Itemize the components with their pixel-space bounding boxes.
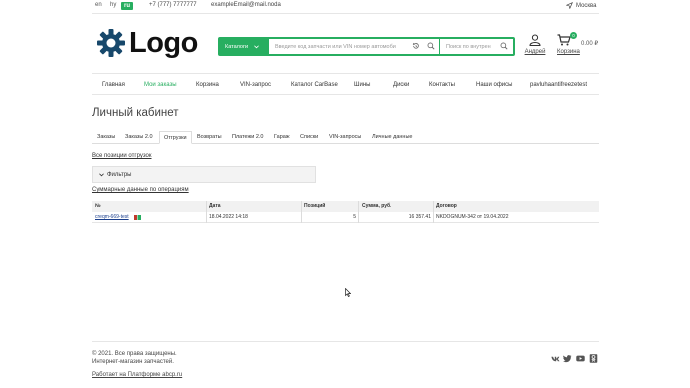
tab-returns[interactable]: Возвраты — [197, 134, 222, 140]
footer-tagline: Интернет-магазин запчастей. — [92, 359, 174, 365]
column-divider — [433, 201, 434, 212]
part-search-input[interactable]: Введите код запчасти или VIN номер автом… — [269, 39, 440, 54]
table-row[interactable]: сreqm-669-test 18.04.2022 14:18 5 16 357… — [92, 212, 599, 223]
shipment-positions: 5 — [353, 214, 356, 220]
cart-sum: 0.00 ₽ — [581, 41, 599, 47]
account-tabs: Заказы Заказы 2.0 Отгрузки Возвраты Плат… — [92, 131, 599, 144]
column-divider — [358, 201, 359, 212]
twitter-icon[interactable] — [563, 354, 572, 363]
tab-orders[interactable]: Заказы — [97, 134, 115, 140]
col-sum[interactable]: Сумма, руб. — [362, 201, 391, 212]
nav-item-antifreeze[interactable]: pavluhaantifreezetest — [530, 82, 587, 88]
lang-ru[interactable]: ru — [121, 2, 133, 10]
user-icon — [529, 34, 541, 46]
cart-link[interactable]: 0 0.00 ₽ Корзина — [557, 32, 598, 55]
tab-shipments[interactable]: Отгрузки — [159, 131, 192, 144]
vk-icon[interactable] — [551, 354, 560, 363]
all-positions-link[interactable]: Все позиции отгрузок — [92, 153, 152, 159]
cart-count-badge: 0 — [570, 32, 577, 39]
cart-icon — [557, 34, 571, 46]
column-divider — [206, 212, 207, 223]
document-icon[interactable] — [134, 215, 141, 220]
history-icon[interactable] — [412, 42, 420, 50]
tab-orders-2[interactable]: Заказы 2.0 — [125, 134, 153, 140]
footer-copyright: © 2021. Все права защищены. — [92, 351, 177, 357]
site-search-placeholder: Поиск по внутрен — [446, 43, 491, 50]
lang-hy[interactable]: hy — [110, 2, 116, 8]
search-icon[interactable] — [427, 42, 435, 50]
part-search-placeholder: Введите код запчасти или VIN номер автом… — [275, 43, 396, 50]
lang-en[interactable]: en — [95, 2, 102, 8]
nav-item-offices[interactable]: Наши офисы — [476, 82, 512, 88]
nav-item-my-orders[interactable]: Мои заказы — [144, 82, 177, 88]
chevron-down-icon — [99, 172, 104, 176]
city-selector[interactable]: Москва — [566, 2, 596, 9]
logo-text: Logo — [129, 27, 198, 59]
city-label: Москва — [576, 2, 597, 9]
account-label: Андрей — [524, 49, 546, 55]
tab-vin-requests[interactable]: VIN-запросы — [329, 134, 361, 140]
phone-number[interactable]: +7 (777) 7777777 — [149, 2, 197, 8]
column-divider — [301, 212, 302, 223]
filters-label: Фильтры — [107, 171, 132, 178]
summary-link[interactable]: Суммарные данные по операциям — [92, 187, 189, 193]
location-arrow-icon — [566, 2, 573, 9]
tab-garage[interactable]: Гараж — [274, 134, 290, 140]
youtube-icon[interactable] — [576, 354, 585, 363]
nav-item-tires[interactable]: Шины — [354, 82, 370, 88]
col-positions[interactable]: Позиций — [304, 201, 325, 212]
search-icon[interactable] — [500, 42, 508, 50]
shipment-sum: 16 357.41 — [408, 214, 431, 220]
site-search-input[interactable]: Поиск по внутрен — [440, 39, 513, 54]
nav-item-home[interactable]: Главная — [102, 82, 125, 88]
nav-item-wheels[interactable]: Диски — [393, 82, 409, 88]
chevron-down-icon — [254, 44, 259, 48]
gear-logo-icon — [97, 29, 125, 57]
cart-label: Корзина — [557, 49, 580, 55]
shipment-number-link[interactable]: сreqm-669-test — [95, 212, 129, 223]
account-link[interactable]: Андрей — [524, 34, 546, 55]
search-bar: Каталоги Введите код запчасти или VIN но… — [218, 37, 515, 56]
column-divider — [358, 212, 359, 223]
col-contract[interactable]: Договор — [436, 201, 457, 212]
table-header: № Дата Позиций Сумма, руб. Договор — [92, 201, 599, 212]
email-link[interactable]: exampleEmail@mail.noda — [211, 2, 281, 8]
site-logo[interactable]: Logo — [97, 28, 198, 58]
topbar-divider — [92, 13, 599, 14]
odnoklassniki-icon[interactable] — [589, 354, 598, 363]
nav-item-cart[interactable]: Корзина — [196, 82, 219, 88]
page-title: Личный кабинет — [92, 107, 179, 119]
header-divider — [92, 73, 599, 74]
shipment-contract: NKDOGNUM-342 от 19.04.2022 — [436, 214, 509, 220]
topbar: en hy ru +7 (777) 7777777 exampleEmail@m… — [0, 0, 690, 12]
tab-payments-2[interactable]: Платежи 2.0 — [232, 134, 263, 140]
nav-divider — [92, 94, 599, 95]
tab-lists[interactable]: Списки — [300, 134, 318, 140]
column-divider — [206, 201, 207, 212]
nav-item-vin-request[interactable]: VIN-запрос — [240, 82, 271, 88]
catalog-dropdown-button[interactable]: Каталоги — [220, 39, 269, 54]
catalog-label: Каталоги — [225, 43, 249, 50]
mouse-cursor-icon — [345, 288, 351, 297]
nav-item-carbase[interactable]: Каталог CarBase — [291, 82, 338, 88]
col-number[interactable]: № — [95, 201, 101, 212]
footer-divider — [92, 341, 599, 342]
powered-by-link[interactable]: Работает на Платформе abcp.ru — [92, 372, 182, 378]
tab-personal-data[interactable]: Личные данные — [372, 134, 412, 140]
shipment-date: 18.04.2022 14:18 — [209, 214, 248, 220]
column-divider — [301, 201, 302, 212]
nav-item-contacts[interactable]: Контакты — [429, 82, 455, 88]
column-divider — [433, 212, 434, 223]
col-date[interactable]: Дата — [209, 201, 221, 212]
filters-toggle[interactable]: Фильтры — [92, 166, 316, 183]
